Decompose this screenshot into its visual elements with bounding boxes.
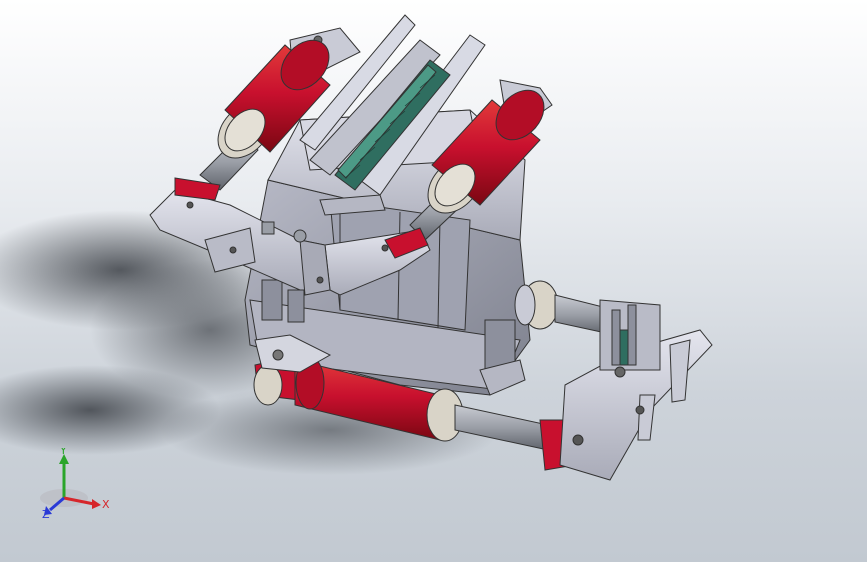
triad-y-label: Y — [59, 448, 67, 457]
orientation-triad: Y X Z — [40, 448, 110, 521]
triad-x-label: X — [102, 498, 110, 511]
model-render[interactable] — [0, 0, 867, 562]
triad-x-arrow — [92, 499, 101, 509]
triad-z-label: Z — [42, 508, 50, 521]
cad-3d-viewport[interactable]: Y X Z — [0, 0, 867, 562]
